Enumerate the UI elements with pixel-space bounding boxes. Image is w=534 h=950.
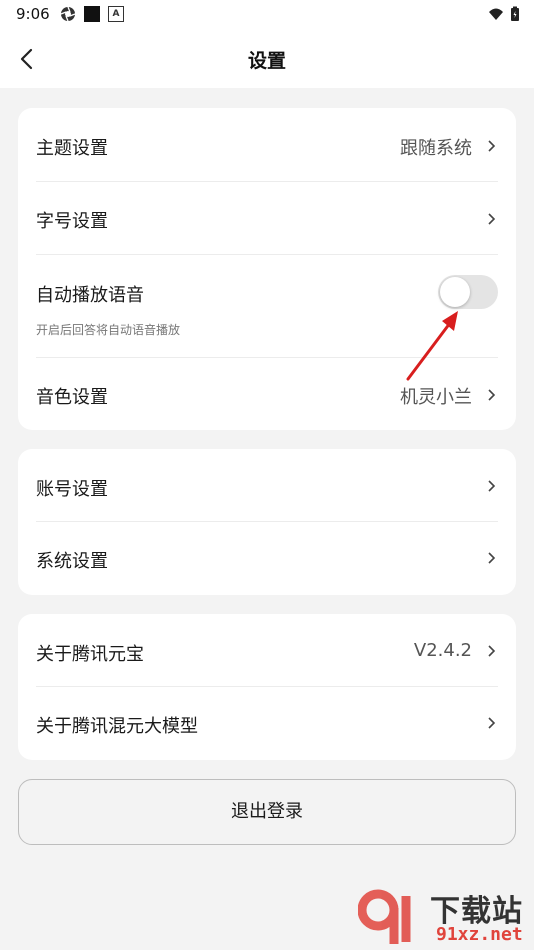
chevron-right-icon [488,717,496,729]
toggle-knob [440,277,470,307]
battery-icon [511,6,519,21]
voice-setting-value: 机灵小兰 [400,387,472,408]
settings-card-display: 主题设置 跟随系统 字号设置 自动播放语音 开启后回答将自动语音播放 音色设置 … [18,108,516,430]
font-size-setting-row[interactable]: 字号设置 [18,182,516,255]
theme-setting-label: 主题设置 [36,138,108,159]
chevron-right-icon [488,552,496,564]
font-notification-icon: A [108,6,124,22]
account-setting-row[interactable]: 账号设置 [18,449,516,522]
about-model-label: 关于腾讯混元大模型 [36,716,198,737]
about-app-row[interactable]: 关于腾讯元宝 V2.4.2 [18,614,516,687]
auto-play-voice-label: 自动播放语音 [36,285,144,306]
status-icons-right [488,6,520,22]
about-app-label: 关于腾讯元宝 [36,644,144,665]
nav-bar: 设置 [0,30,534,88]
app-notification-icon [84,6,100,22]
aperture-icon [60,6,76,22]
watermark-url-text: 91xz.net [436,924,523,945]
voice-setting-row[interactable]: 音色设置 机灵小兰 [18,358,516,430]
status-bar: 9:06 A [0,0,534,30]
voice-setting-label: 音色设置 [36,387,108,408]
app-version-value: V2.4.2 [413,640,472,661]
settings-card-account: 账号设置 系统设置 [18,449,516,595]
auto-play-voice-toggle[interactable] [438,275,498,309]
theme-setting-row[interactable]: 主题设置 跟随系统 [18,108,516,182]
system-setting-label: 系统设置 [36,551,108,572]
page-title: 设置 [247,50,286,72]
system-setting-row[interactable]: 系统设置 [18,522,516,595]
chevron-right-icon [488,480,496,492]
account-setting-label: 账号设置 [36,479,108,500]
status-icons-left: A [60,6,124,22]
chevron-right-icon [488,389,496,401]
chevron-right-icon [488,213,496,225]
settings-card-about: 关于腾讯元宝 V2.4.2 关于腾讯混元大模型 [18,614,516,760]
auto-play-voice-description: 开启后回答将自动语音播放 [36,323,181,337]
logout-button[interactable]: 退出登录 [18,779,516,845]
auto-play-voice-row: 自动播放语音 开启后回答将自动语音播放 [18,255,516,357]
theme-setting-value: 跟随系统 [400,138,472,159]
font-size-setting-label: 字号设置 [36,211,108,232]
chevron-right-icon [488,645,496,657]
status-time: 9:06 [16,5,50,23]
wifi-icon [489,8,503,20]
chevron-right-icon [488,140,496,152]
about-model-row[interactable]: 关于腾讯混元大模型 [18,687,516,760]
